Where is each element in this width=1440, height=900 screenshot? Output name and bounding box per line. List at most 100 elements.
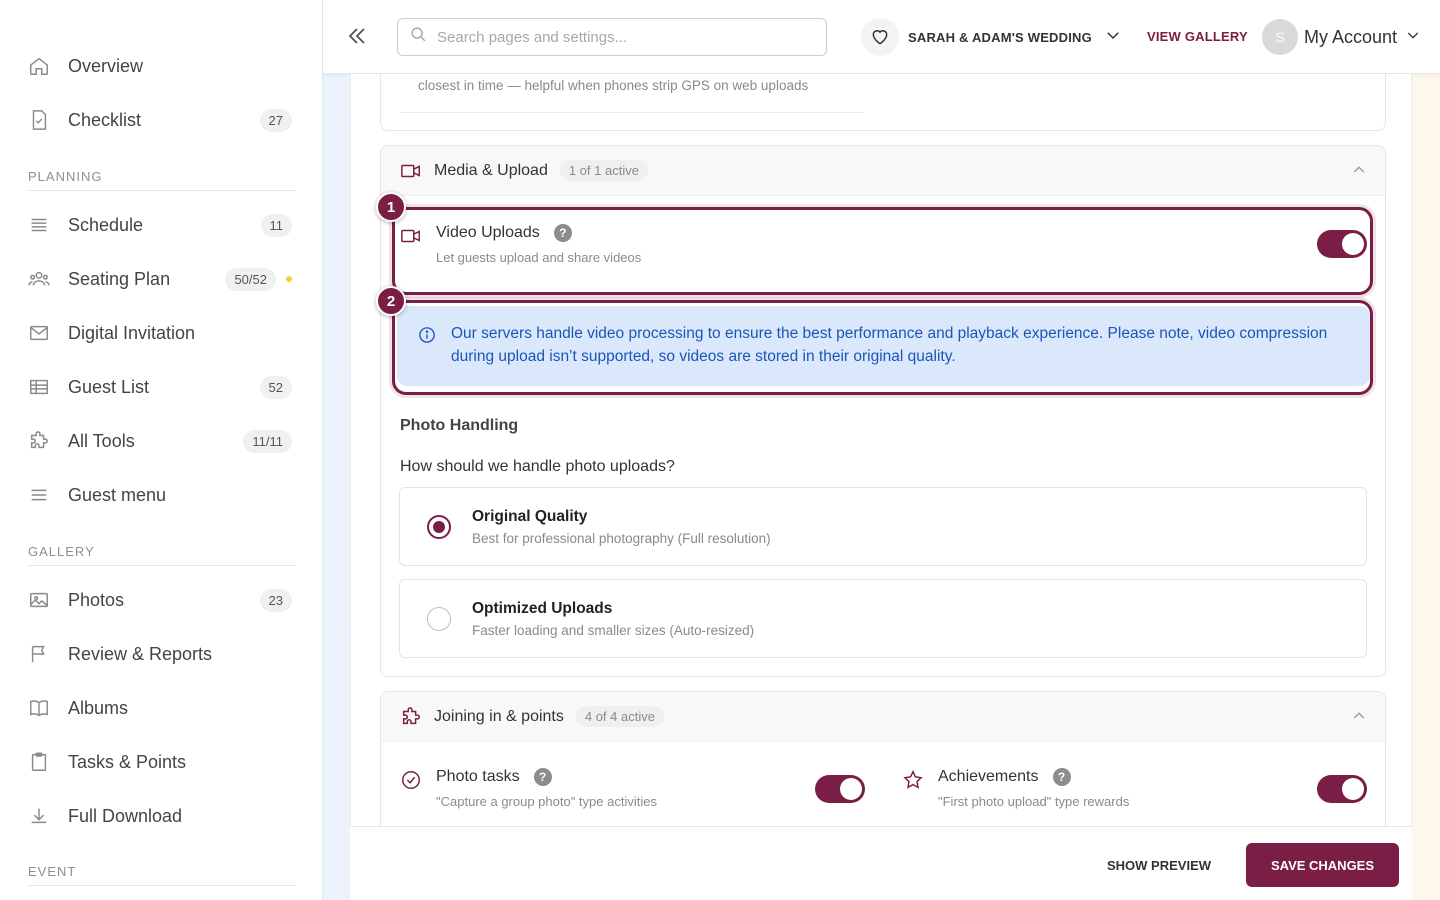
save-changes-button[interactable]: SAVE CHANGES	[1246, 843, 1399, 887]
video-camera-icon	[400, 160, 422, 182]
chevron-up-icon[interactable]	[1351, 162, 1367, 183]
toggle-knob	[1342, 778, 1364, 800]
puzzle-icon	[400, 706, 422, 728]
step-marker-2: 2	[376, 286, 406, 316]
mail-icon	[28, 322, 50, 344]
highlight-video-uploads	[392, 207, 1373, 295]
table-icon	[28, 376, 50, 398]
sidebar-item-label: Albums	[68, 697, 129, 718]
radio-option-original-quality[interactable]: Original Quality Best for professional p…	[399, 487, 1367, 566]
setting-description: "First photo upload" type rewards	[938, 794, 1130, 809]
checklist-icon	[28, 109, 50, 131]
collapse-sidebar-icon[interactable]	[345, 24, 369, 48]
sidebar-item-tasks-points[interactable]: Tasks & Points	[28, 742, 292, 782]
avatar: S	[1262, 19, 1298, 55]
view-gallery-link[interactable]: VIEW GALLERY	[1147, 29, 1248, 44]
count-badge: 52	[259, 375, 292, 399]
sidebar-item-albums[interactable]: Albums	[28, 688, 292, 728]
star-icon	[902, 769, 924, 791]
sidebar-item-label: Guest List	[68, 376, 150, 397]
heart-icon	[861, 18, 899, 56]
search-icon	[410, 26, 427, 48]
sidebar-item-label: Overview	[68, 55, 144, 76]
count-badge: 50/52	[225, 267, 276, 291]
option-title: Optimized Uploads	[472, 600, 613, 617]
show-preview-button[interactable]: SHOW PREVIEW	[1107, 858, 1211, 873]
section-title: Joining in & points	[434, 707, 564, 725]
seating-icon	[28, 268, 50, 290]
clipboard-icon	[28, 751, 50, 773]
wedding-selector[interactable]: SARAH & ADAM'S WEDDING	[861, 18, 1122, 56]
sidebar-item-label: Full Download	[68, 805, 183, 826]
active-count-badge: 1 of 1 active	[559, 160, 648, 181]
sidebar-item-digital-invitation[interactable]: Digital Invitation	[28, 313, 292, 353]
photo-handling-question: How should we handle photo uploads?	[400, 458, 675, 475]
radio-option-optimized-uploads[interactable]: Optimized Uploads Faster loading and sma…	[399, 579, 1367, 658]
sidebar-item-label: Digital Invitation	[68, 322, 196, 343]
sidebar-item-overview[interactable]: Overview	[28, 46, 292, 86]
count-badge: 11/11	[243, 429, 292, 453]
photo-tasks-toggle[interactable]	[815, 775, 865, 803]
step-marker-1: 1	[376, 192, 406, 222]
count-badge: 27	[259, 108, 292, 132]
help-icon[interactable]: ?	[1052, 768, 1071, 786]
flag-icon	[28, 643, 50, 665]
account-menu[interactable]: S My Account	[1262, 18, 1421, 56]
photo-tasks-setting: Photo tasks ? "Capture a group photo" ty…	[400, 768, 657, 809]
option-title: Original Quality	[472, 508, 588, 525]
sidebar-item-label: Seating Plan	[68, 268, 171, 289]
sidebar-item-label: Review & Reports	[68, 643, 213, 664]
image-icon	[28, 589, 50, 611]
toggle-knob	[840, 778, 862, 800]
section-title: Media & Upload	[434, 161, 548, 179]
check-circle-icon	[400, 769, 422, 791]
sidebar-item-seating-plan[interactable]: Seating Plan 50/52	[28, 259, 292, 299]
achievements-toggle[interactable]	[1317, 775, 1367, 803]
active-count-badge: 4 of 4 active	[575, 706, 664, 727]
setting-title: Achievements	[938, 768, 1039, 785]
achievements-setting: Achievements ? "First photo upload" type…	[902, 768, 1129, 809]
account-label: My Account	[1304, 26, 1398, 47]
top-bar: SARAH & ADAM'S WEDDING VIEW GALLERY S My…	[323, 0, 1440, 74]
help-icon[interactable]: ?	[533, 768, 552, 786]
radio-unselected[interactable]	[427, 607, 451, 631]
sidebar-item-label: Guest menu	[68, 484, 167, 505]
section-label-planning: PLANNING	[28, 169, 296, 191]
wedding-name: SARAH & ADAM'S WEDDING	[908, 29, 1092, 45]
previous-settings-card: closest in time — helpful when phones st…	[380, 74, 1386, 131]
search-box[interactable]	[397, 18, 827, 56]
divider	[400, 112, 864, 113]
photo-handling-heading: Photo Handling	[400, 417, 519, 434]
sidebar-item-schedule[interactable]: Schedule 11	[28, 205, 292, 245]
media-upload-header[interactable]: Media & Upload 1 of 1 active	[381, 146, 1385, 196]
chevron-down-icon	[1104, 26, 1122, 49]
sidebar-item-label: Photos	[68, 589, 125, 610]
sidebar-item-all-tools[interactable]: All Tools 11/11	[28, 421, 292, 461]
radio-selected[interactable]	[427, 515, 451, 539]
section-label-event: EVENT	[28, 864, 296, 886]
sidebar: Overview Checklist 27 PLANNING Schedule …	[0, 0, 323, 900]
home-icon	[28, 55, 50, 77]
puzzle-icon	[28, 430, 50, 452]
sidebar-item-guest-menu[interactable]: Guest menu	[28, 475, 292, 515]
sidebar-item-review-reports[interactable]: Review & Reports	[28, 634, 292, 674]
sidebar-item-checklist[interactable]: Checklist 27	[28, 100, 292, 140]
sidebar-item-guest-list[interactable]: Guest List 52	[28, 367, 292, 407]
sidebar-item-label: Schedule	[68, 214, 144, 235]
chevron-up-icon[interactable]	[1351, 708, 1367, 729]
sidebar-item-label: Checklist	[68, 109, 142, 130]
search-input[interactable]	[437, 28, 797, 46]
sidebar-item-photos[interactable]: Photos 23	[28, 580, 292, 620]
sidebar-item-full-download[interactable]: Full Download	[28, 796, 292, 836]
chevron-down-icon	[1405, 27, 1421, 48]
notification-dot	[286, 276, 292, 282]
highlight-info-banner	[392, 300, 1373, 395]
menu-icon	[28, 484, 50, 506]
sidebar-item-label: Tasks & Points	[68, 751, 187, 772]
download-icon	[28, 805, 50, 827]
joining-points-header[interactable]: Joining in & points 4 of 4 active	[381, 692, 1385, 742]
settings-panel: closest in time — helpful when phones st…	[350, 74, 1412, 900]
count-badge: 11	[260, 213, 292, 237]
book-icon	[28, 697, 50, 719]
setting-title: Photo tasks	[436, 768, 520, 785]
